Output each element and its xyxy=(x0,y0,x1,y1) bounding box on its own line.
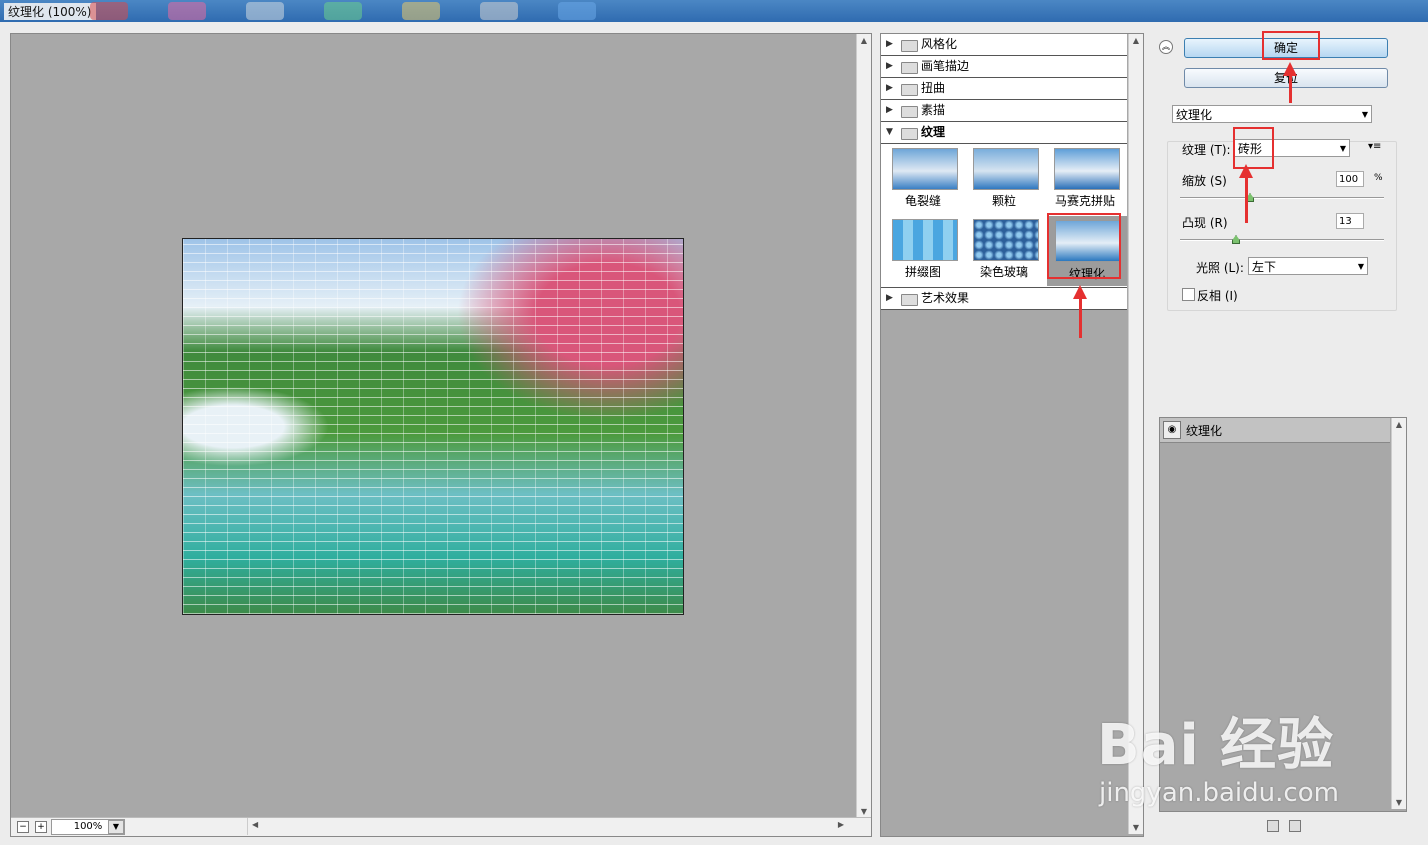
eye-visibility-icon[interactable]: ◉ xyxy=(1163,421,1181,439)
scale-slider[interactable] xyxy=(1180,197,1384,199)
folder-icon xyxy=(901,62,918,74)
scroll-down-icon[interactable]: ▼ xyxy=(1129,823,1143,832)
expand-arrow-icon: ▶ xyxy=(886,105,893,115)
zoom-out-button[interactable]: − xyxy=(17,821,29,833)
expand-arrow-icon: ▶ xyxy=(886,61,893,71)
title-bar: 纹理化 (100%) xyxy=(0,0,1428,22)
scale-unit: % xyxy=(1374,173,1383,183)
dropdown-arrow-icon: ▼ xyxy=(1357,262,1364,271)
category-label: 扭曲 xyxy=(921,81,946,95)
watermark-url: jingyan.baidu.com xyxy=(1099,778,1339,808)
scroll-right-icon[interactable]: ▶ xyxy=(838,820,844,829)
scroll-up-icon[interactable]: ▲ xyxy=(1392,420,1406,429)
effect-layer-label: 纹理化 xyxy=(1186,424,1223,438)
folder-icon xyxy=(901,40,918,52)
category-label: 素描 xyxy=(921,103,946,117)
preview-pane: ▲ ▼ − + 100% ▼ ◀ ▶ xyxy=(10,33,872,837)
filter-thumb-mosaic-tiles[interactable]: 马赛克拼贴 xyxy=(1045,146,1125,212)
scale-input[interactable]: 100 xyxy=(1336,171,1364,187)
filter-thumb-stained-glass[interactable]: 染色玻璃 xyxy=(964,217,1044,283)
category-label: 艺术效果 xyxy=(921,291,970,305)
baidu-watermark: Bai 经验 jingyan.baidu.com xyxy=(1097,690,1407,820)
filter-select[interactable]: 纹理化 ▼ xyxy=(1172,105,1372,123)
category-texture[interactable]: ▼ 纹理 xyxy=(881,122,1127,144)
relief-input[interactable]: 13 xyxy=(1336,213,1364,229)
category-sketch[interactable]: ▶ 素描 xyxy=(881,100,1127,122)
dropdown-arrow-icon: ▼ xyxy=(1361,110,1368,119)
collapse-panel-icon[interactable]: ︽ xyxy=(1159,40,1173,54)
invert-checkbox[interactable] xyxy=(1182,288,1195,301)
preview-image xyxy=(182,238,684,615)
light-label: 光照 (L): xyxy=(1196,261,1244,275)
folder-icon xyxy=(901,106,918,118)
delete-effect-layer-icon[interactable] xyxy=(1289,820,1301,832)
filter-thumb-craquelure[interactable]: 龟裂缝 xyxy=(883,146,963,212)
thumb-label: 颗粒 xyxy=(991,194,1016,208)
light-select-value: 左下 xyxy=(1252,260,1277,274)
category-brush-strokes[interactable]: ▶ 画笔描边 xyxy=(881,56,1127,78)
filter-thumb-grain[interactable]: 颗粒 xyxy=(964,146,1044,212)
thumbnail-image xyxy=(973,148,1039,190)
effect-layer-texturizer[interactable]: ◉ 纹理化 xyxy=(1160,418,1390,443)
category-artistic[interactable]: ▶ 艺术效果 xyxy=(881,288,1127,310)
expand-arrow-icon: ▶ xyxy=(886,39,893,49)
thumb-label: 龟裂缝 xyxy=(904,194,941,208)
category-label: 风格化 xyxy=(921,37,958,51)
thumbnail-image xyxy=(892,148,958,190)
filter-select-value: 纹理化 xyxy=(1176,108,1213,122)
zoom-level-text: 100% xyxy=(73,821,103,832)
relief-label: 凸现 (R) xyxy=(1182,216,1228,230)
relief-slider[interactable] xyxy=(1180,239,1384,241)
light-select[interactable]: 左下 ▼ xyxy=(1248,257,1368,275)
thumb-label: 染色玻璃 xyxy=(979,265,1028,279)
zoom-in-button[interactable]: + xyxy=(35,821,47,833)
scroll-down-icon[interactable]: ▼ xyxy=(857,807,871,816)
folder-open-icon xyxy=(901,128,918,140)
expand-arrow-icon: ▶ xyxy=(886,83,893,93)
thumbnail-image xyxy=(892,219,958,261)
collapse-arrow-icon: ▼ xyxy=(886,127,893,137)
category-label: 纹理 xyxy=(921,125,946,139)
texturizer-thumb-highlight xyxy=(1047,213,1121,279)
filter-thumb-patchwork[interactable]: 拼缀图 xyxy=(883,217,963,283)
watermark-logo-text: Bai 经验 xyxy=(1097,713,1335,778)
category-stylize[interactable]: ▶ 风格化 xyxy=(881,34,1127,56)
thumbnail-image xyxy=(1054,148,1120,190)
thumb-label: 马赛克拼贴 xyxy=(1054,194,1115,208)
thumbnail-image xyxy=(973,219,1039,261)
preview-status-bar: − + 100% ▼ ◀ ▶ xyxy=(11,817,871,836)
thumb-label: 拼缀图 xyxy=(904,265,941,279)
scroll-left-icon[interactable]: ◀ xyxy=(252,820,258,829)
window-title: 纹理化 (100%) xyxy=(4,3,96,20)
scroll-up-icon[interactable]: ▲ xyxy=(857,36,871,45)
zoom-dropdown-icon[interactable]: ▼ xyxy=(108,820,124,834)
texture-label: 纹理 (T): xyxy=(1182,143,1231,157)
texture-select-highlight xyxy=(1233,127,1274,169)
preview-horizontal-scrollbar[interactable]: ◀ ▶ xyxy=(247,818,848,835)
dropdown-arrow-icon: ▼ xyxy=(1339,144,1346,153)
folder-icon xyxy=(901,294,918,306)
relief-slider-handle[interactable] xyxy=(1232,235,1240,244)
ok-button-highlight xyxy=(1262,31,1320,60)
new-effect-layer-icon[interactable] xyxy=(1267,820,1279,832)
folder-icon xyxy=(901,84,918,96)
scroll-up-icon[interactable]: ▲ xyxy=(1129,36,1143,45)
background-taskbar-icons xyxy=(90,2,596,22)
scale-label: 缩放 (S) xyxy=(1182,174,1227,188)
texture-menu-icon[interactable]: ▾≡ xyxy=(1368,141,1381,152)
category-distort[interactable]: ▶ 扭曲 xyxy=(881,78,1127,100)
preview-vertical-scrollbar[interactable]: ▲ ▼ xyxy=(856,34,871,818)
expand-arrow-icon: ▶ xyxy=(886,293,893,303)
category-label: 画笔描边 xyxy=(921,59,970,73)
invert-label: 反相 (I) xyxy=(1197,289,1238,303)
texturizer-options-group: 纹理 (T): 砖形 ▼ ▾≡ 缩放 (S) 100 % 凸现 (R) 13 光… xyxy=(1167,139,1397,311)
